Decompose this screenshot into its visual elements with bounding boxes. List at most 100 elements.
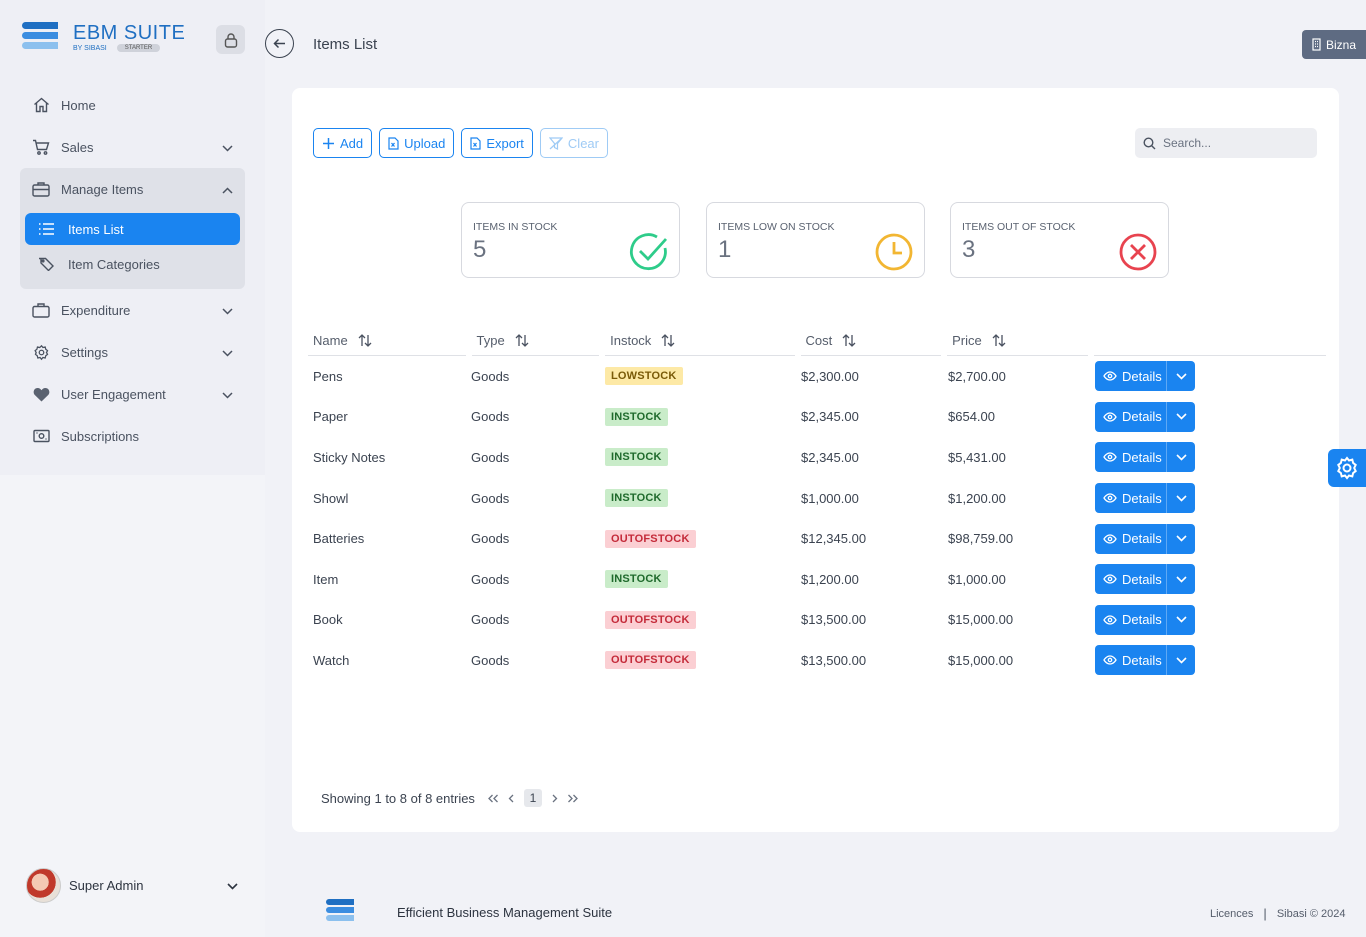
stat-value: 5 <box>473 236 487 263</box>
status-badge: INSTOCK <box>605 489 668 508</box>
pagination-summary: Showing 1 to 8 of 8 entries <box>321 790 475 806</box>
column-header-label: Type <box>476 333 505 348</box>
status-badge: INSTOCK <box>605 407 668 426</box>
column-header-instock[interactable]: Instock <box>605 326 795 356</box>
status-badge: OUTOFSTOCK <box>605 651 696 670</box>
upload-button[interactable]: Upload <box>379 128 455 158</box>
details-button[interactable]: Details <box>1095 523 1166 554</box>
table-row: Book Goods OUTOFSTOCK $13,500.00 $15,000.00 D… <box>308 600 1326 641</box>
back-button[interactable] <box>265 29 294 58</box>
page-number-button[interactable]: 1 <box>523 789 542 807</box>
chevron-down-icon <box>222 140 233 155</box>
prev-page-icon[interactable] <box>508 794 515 803</box>
file-excel-icon <box>470 136 481 150</box>
row-actions-dropdown-button[interactable] <box>1166 483 1195 514</box>
cell-cost: $12,345.00 <box>801 531 867 547</box>
cell-instock: INSTOCK <box>600 407 796 426</box>
items-card: Add Upload Export Clear ITEMS IN STOCK 5… <box>292 88 1339 832</box>
details-button[interactable]: Details <box>1095 442 1166 473</box>
export-button-label: Export <box>486 135 524 151</box>
details-button-label: Details <box>1122 652 1162 668</box>
organization-button[interactable]: Bizna <box>1302 30 1366 59</box>
chevron-down-icon <box>1175 616 1187 623</box>
row-actions-dropdown-button[interactable] <box>1166 361 1195 392</box>
cell-name: Showl <box>313 490 349 506</box>
sidebar-item-subscriptions[interactable]: Subscriptions <box>20 415 245 457</box>
lock-button[interactable] <box>216 25 245 54</box>
details-button[interactable]: Details <box>1095 645 1166 676</box>
gear-icon <box>32 343 50 361</box>
licences-link[interactable]: Licences <box>1210 908 1253 920</box>
column-header-type[interactable]: Type <box>471 326 600 356</box>
sidebar-item-expenditure[interactable]: Expenditure <box>20 289 245 331</box>
cell-price: $1,200.00 <box>948 490 1006 506</box>
cell-price: $15,000.00 <box>948 652 1014 668</box>
home-icon <box>32 96 50 114</box>
sidebar-item-label: Home <box>61 97 96 113</box>
clear-filter-button[interactable]: Clear <box>539 128 608 158</box>
cell-cost: $2,345.00 <box>801 409 859 425</box>
user-menu[interactable]: Super Admin <box>26 868 238 903</box>
sidebar-item-home[interactable]: Home <box>20 84 245 126</box>
details-button[interactable]: Details <box>1095 564 1166 595</box>
row-actions-dropdown-button[interactable] <box>1166 604 1195 635</box>
row-actions-dropdown-button[interactable] <box>1166 645 1195 676</box>
next-page-icon[interactable] <box>551 794 558 803</box>
cell-type: Goods <box>471 449 510 465</box>
column-header-cost[interactable]: Cost <box>800 326 942 356</box>
sidebar-item-settings[interactable]: Settings <box>20 331 245 373</box>
chevron-down-icon <box>1175 373 1187 380</box>
search-input[interactable] <box>1163 136 1313 150</box>
sidebar-item-sales[interactable]: Sales <box>20 126 245 168</box>
clear-button-label: Clear <box>567 135 599 151</box>
sidebar-item-manage-items[interactable]: Manage Items <box>20 168 245 210</box>
details-button[interactable]: Details <box>1095 361 1166 392</box>
cell-actions: Details <box>1090 442 1323 473</box>
table-row: Paper Goods INSTOCK $2,345.00 $654.00 Details <box>308 397 1326 438</box>
upload-button-label: Upload <box>404 135 446 151</box>
table-row: Showl Goods INSTOCK $1,000.00 $1,200.00 Detai… <box>308 478 1326 519</box>
column-header-name[interactable]: Name <box>308 326 466 356</box>
cell-actions: Details <box>1090 645 1323 676</box>
sidebar-item-user-engagement[interactable]: User Engagement <box>20 373 245 415</box>
cell-price: $654.00 <box>948 409 995 425</box>
settings-fab-button[interactable] <box>1328 449 1366 487</box>
sidebar-item-items-list[interactable]: Items List <box>25 213 240 245</box>
sidebar-item-label: Item Categories <box>68 256 160 272</box>
first-page-icon[interactable] <box>487 794 499 803</box>
details-button[interactable]: Details <box>1095 604 1166 635</box>
app-name: EBM SUITE <box>73 22 186 44</box>
column-header-price[interactable]: Price <box>947 326 1088 356</box>
sidebar-nav: Home Sales Manage Items Items List Item … <box>20 84 245 457</box>
app-logo[interactable]: EBM SUITE BY SIBASI STARTER <box>22 22 185 54</box>
row-actions-dropdown-button[interactable] <box>1166 564 1195 595</box>
cell-name: Item <box>313 571 339 587</box>
cell-type: Goods <box>471 409 510 425</box>
eye-icon <box>1103 412 1117 422</box>
stat-card-out-of-stock: ITEMS OUT OF STOCK 3 <box>950 202 1169 278</box>
last-page-icon[interactable] <box>567 794 579 803</box>
sidebar-item-label: Manage Items <box>61 181 144 197</box>
row-actions-dropdown-button[interactable] <box>1166 523 1195 554</box>
details-button[interactable]: Details <box>1095 401 1166 432</box>
row-actions-dropdown-button[interactable] <box>1166 442 1195 473</box>
footer-links: Licences | Sibasi © 2024 <box>1210 906 1345 921</box>
logo-mark-icon <box>22 22 58 54</box>
plan-badge: STARTER <box>116 44 161 52</box>
sort-icon <box>515 334 529 347</box>
footer-separator: | <box>1263 906 1267 921</box>
cell-actions: Details <box>1090 401 1323 432</box>
details-button-label: Details <box>1122 368 1162 384</box>
search-box[interactable] <box>1135 128 1317 158</box>
sort-icon <box>992 334 1006 347</box>
chevron-down-icon <box>1175 576 1187 583</box>
eye-icon <box>1103 655 1117 666</box>
add-button[interactable]: Add <box>313 128 373 158</box>
table-body: Pens Goods LOWSTOCK $2,300.00 $2,700.00 Detai… <box>308 356 1326 681</box>
briefcase-icon <box>32 180 50 198</box>
sidebar-item-item-categories[interactable]: Item Categories <box>25 248 240 280</box>
export-button[interactable]: Export <box>461 128 533 158</box>
details-button[interactable]: Details <box>1095 483 1166 514</box>
row-actions-dropdown-button[interactable] <box>1166 401 1195 432</box>
details-button-label: Details <box>1122 531 1162 547</box>
